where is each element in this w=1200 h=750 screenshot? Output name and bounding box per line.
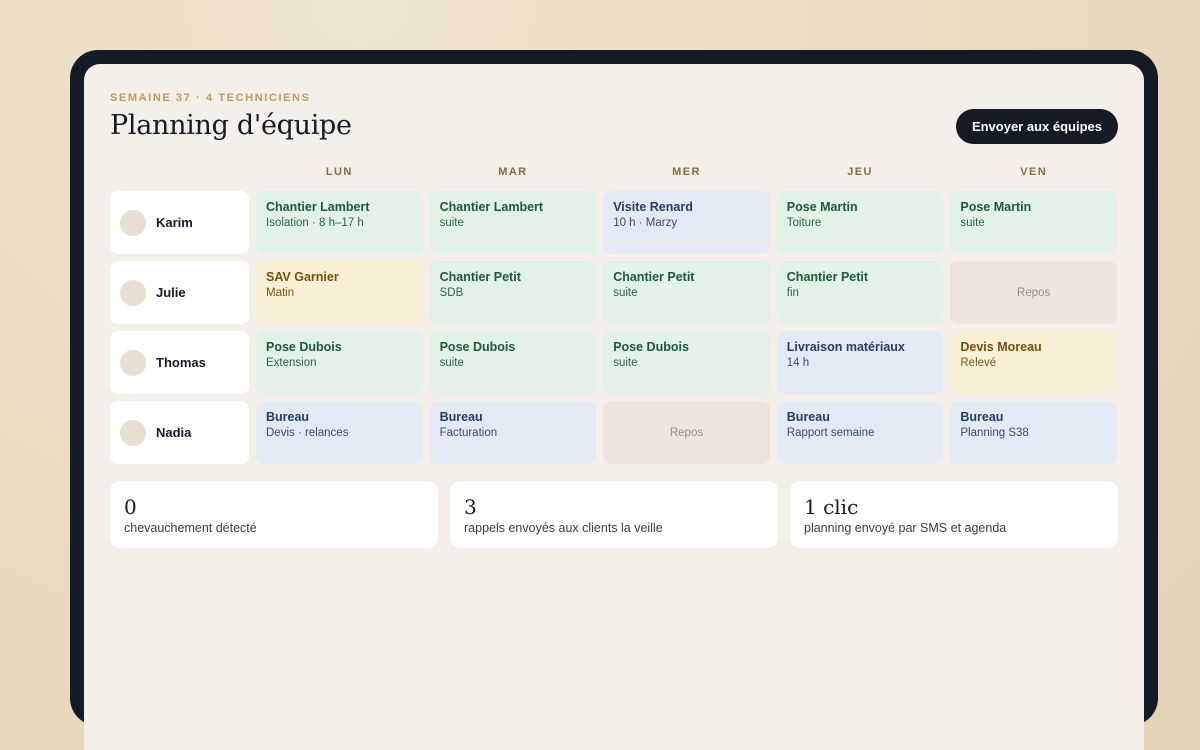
day-header-mon: LUN: [325, 166, 353, 178]
schedule-cell-nadia-thu[interactable]: Bureau Rapport semaine: [776, 401, 944, 464]
stat-value: 0: [124, 495, 137, 519]
job-detail: Facturation: [439, 427, 498, 439]
job-title: Bureau: [960, 410, 1004, 424]
avatar: [120, 419, 146, 446]
technician-name: Julie: [156, 285, 186, 300]
job-detail: Devis · relances: [266, 427, 349, 439]
job-title: Devis Moreau: [960, 340, 1042, 354]
stats-row: 0 chevauchement détecté 3 rappels envoyé…: [110, 481, 1118, 548]
stat-value: 1 clic: [804, 495, 859, 519]
stat-value: 3: [464, 495, 477, 519]
schedule-cell-nadia-wed[interactable]: Repos: [603, 401, 770, 464]
schedule-cell-karim-thu[interactable]: Pose Martin Toiture: [776, 191, 944, 254]
avatar: [120, 209, 146, 236]
stat-card-overlaps: 0 chevauchement détecté: [110, 481, 438, 548]
technician-nadia[interactable]: Nadia: [110, 401, 249, 464]
stat-card-reminders: 3 rappels envoyés aux clients la veille: [450, 481, 778, 548]
schedule-cell-thomas-wed[interactable]: Pose Dubois suite: [603, 331, 770, 394]
schedule-cell-thomas-thu[interactable]: Livraison matériaux 14 h: [776, 331, 944, 394]
grid-corner: [110, 160, 249, 184]
technician-name: Nadia: [156, 425, 192, 440]
job-title: Chantier Petit: [439, 270, 521, 284]
job-title: Chantier Petit: [786, 270, 869, 284]
job-detail: Rapport semaine: [786, 427, 875, 439]
job-title: Pose Martin: [960, 200, 1032, 214]
job-detail: Planning S38: [960, 427, 1029, 439]
job-title: Chantier Petit: [613, 270, 695, 284]
job-title: Pose Martin: [786, 200, 858, 214]
schedule-cell-julie-fri[interactable]: Repos: [950, 261, 1117, 324]
schedule-cell-julie-mon[interactable]: SAV Garnier Matin: [256, 261, 423, 324]
schedule-cell-karim-wed[interactable]: Visite Renard 10 h · Marzy: [603, 191, 770, 254]
schedule-cell-julie-thu[interactable]: Chantier Petit fin: [776, 261, 944, 324]
job-title: Pose Dubois: [613, 340, 689, 354]
job-title: SAV Garnier: [266, 270, 339, 284]
job-title: Livraison matériaux: [786, 340, 905, 354]
schedule-cell-thomas-mon[interactable]: Pose Dubois Extension: [256, 331, 423, 394]
schedule-cell-nadia-tue[interactable]: Bureau Facturation: [429, 401, 597, 464]
technician-karim[interactable]: Karim: [110, 191, 249, 254]
app-screen: SEMAINE 37 · 4 TECHNICIENS Planning d'éq…: [84, 64, 1144, 750]
stat-card-one-click: 1 clic planning envoyé par SMS et agenda: [790, 481, 1118, 548]
schedule-cell-nadia-fri[interactable]: Bureau Planning S38: [950, 401, 1117, 464]
job-detail: suite: [613, 287, 638, 299]
schedule-grid: LUN MAR MER JEU VEN Karim Chantier Lamber…: [110, 160, 1118, 464]
page-title: Planning d'équipe: [110, 110, 352, 141]
job-detail: suite: [439, 217, 464, 229]
job-detail: Isolation · 8 h–17 h: [266, 217, 364, 229]
job-title: Bureau: [439, 410, 483, 424]
job-detail: Matin: [266, 287, 295, 299]
job-detail: suite: [613, 357, 638, 369]
stat-label: rappels envoyés aux clients la veille: [464, 521, 663, 535]
day-header-fri: VEN: [1020, 166, 1048, 178]
job-detail: Toiture: [786, 217, 822, 229]
rest-label: Repos: [1017, 286, 1051, 299]
job-title: Pose Dubois: [439, 340, 516, 354]
week-eyebrow: SEMAINE 37 · 4 TECHNICIENS: [110, 92, 311, 104]
stat-label: chevauchement détecté: [124, 521, 257, 535]
schedule-cell-nadia-mon[interactable]: Bureau Devis · relances: [256, 401, 423, 464]
schedule-cell-thomas-tue[interactable]: Pose Dubois suite: [429, 331, 597, 394]
technician-name: Karim: [156, 215, 193, 230]
schedule-cell-julie-wed[interactable]: Chantier Petit suite: [603, 261, 770, 324]
technician-thomas[interactable]: Thomas: [110, 331, 249, 394]
schedule-cell-karim-fri[interactable]: Pose Martin suite: [950, 191, 1117, 254]
avatar: [120, 349, 146, 376]
job-title: Chantier Lambert: [439, 200, 544, 214]
job-detail: Relevé: [960, 357, 997, 369]
avatar: [120, 279, 146, 306]
job-title: Chantier Lambert: [266, 200, 370, 214]
job-detail: 14 h: [786, 357, 810, 369]
job-detail: SDB: [439, 287, 464, 299]
technician-name: Thomas: [156, 355, 206, 370]
send-to-teams-button[interactable]: Envoyer aux équipes: [955, 109, 1118, 144]
job-title: Bureau: [266, 410, 310, 424]
technician-julie[interactable]: Julie: [110, 261, 249, 324]
job-detail: 10 h · Marzy: [613, 217, 678, 229]
schedule-cell-karim-tue[interactable]: Chantier Lambert suite: [429, 191, 597, 254]
rest-label: Repos: [669, 426, 704, 439]
day-header-tue: MAR: [498, 166, 528, 178]
schedule-cell-karim-mon[interactable]: Chantier Lambert Isolation · 8 h–17 h: [256, 191, 423, 254]
schedule-cell-thomas-fri[interactable]: Devis Moreau Relevé: [950, 331, 1117, 394]
day-header-thu: JEU: [847, 166, 873, 178]
job-detail: suite: [439, 357, 464, 369]
day-header-wed: MER: [672, 166, 701, 178]
job-detail: fin: [786, 287, 799, 299]
job-detail: suite: [960, 217, 985, 229]
job-title: Visite Renard: [613, 200, 693, 214]
job-title: Bureau: [786, 410, 830, 424]
job-title: Pose Dubois: [266, 340, 342, 354]
schedule-cell-julie-tue[interactable]: Chantier Petit SDB: [429, 261, 597, 324]
job-detail: Extension: [266, 357, 317, 369]
stat-label: planning envoyé par SMS et agenda: [804, 521, 1007, 535]
